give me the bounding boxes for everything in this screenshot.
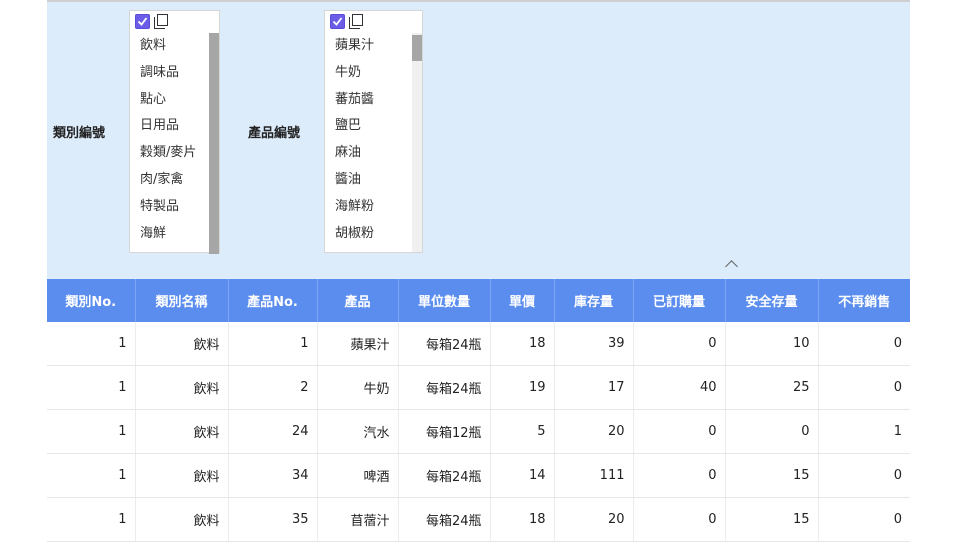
table-cell: 汽水 xyxy=(316,409,398,454)
column-header[interactable]: 類別No. xyxy=(47,279,135,322)
category-scroll-thumb[interactable] xyxy=(209,33,219,254)
list-item[interactable]: 牛奶 xyxy=(325,60,410,87)
table-cell: 18 xyxy=(489,497,554,542)
table-cell: 牛奶 xyxy=(316,365,398,410)
list-item[interactable]: 特製品 xyxy=(130,194,207,221)
table-cell: 飲料 xyxy=(134,497,228,542)
list-item[interactable]: 鹽巴 xyxy=(325,113,410,140)
column-header[interactable]: 單位數量 xyxy=(397,279,490,322)
table-cell: 19 xyxy=(489,365,554,410)
table-cell: 1 xyxy=(817,409,910,454)
table-cell: 苜蓿汁 xyxy=(316,497,398,542)
select-all-icon[interactable] xyxy=(330,14,345,29)
table-cell: 20 xyxy=(553,497,633,542)
table-cell: 15 xyxy=(724,497,818,542)
table-cell: 每箱12瓶 xyxy=(397,409,490,454)
table-cell: 0 xyxy=(632,453,725,498)
table-body: 1 飲料 1 蘋果汁 每箱24瓶 18 39 0 10 0 1 飲料 2 牛奶 每箱24瓶 19 17 40 25 0… xyxy=(47,322,910,542)
category-list: 飲料 調味品 點心 日用品 穀類/麥片 肉/家禽 特製品 海鮮 xyxy=(130,33,207,252)
product-listbox[interactable]: 蘋果汁 牛奶 蕃茄醬 鹽巴 麻油 醬油 海鮮粉 胡椒粉 xyxy=(324,10,423,253)
list-item[interactable]: 醬油 xyxy=(325,167,410,194)
table-header-row: 類別No. 類別名稱 產品No. 產品 單位數量 單價 庫存量 已訂購量 安全存量 不再銷售 xyxy=(47,279,910,322)
column-header[interactable]: 產品 xyxy=(316,279,398,322)
table-cell: 0 xyxy=(724,409,818,454)
table-cell: 1 xyxy=(47,365,135,410)
column-header[interactable]: 安全存量 xyxy=(724,279,818,322)
table-cell: 每箱24瓶 xyxy=(397,365,490,410)
table-cell: 39 xyxy=(553,322,633,366)
table-cell: 18 xyxy=(489,322,554,366)
table-cell: 1 xyxy=(47,322,135,366)
list-item[interactable]: 肉/家禽 xyxy=(130,167,207,194)
table-cell: 0 xyxy=(632,409,725,454)
table-cell: 40 xyxy=(632,365,725,410)
table-row[interactable]: 1 飲料 35 苜蓿汁 每箱24瓶 18 20 0 15 0 xyxy=(47,497,910,542)
table-cell: 2 xyxy=(227,365,317,410)
table-cell: 每箱24瓶 xyxy=(397,453,490,498)
table-cell: 0 xyxy=(632,322,725,366)
table-cell: 15 xyxy=(724,453,818,498)
list-item[interactable]: 胡椒粉 xyxy=(325,221,410,248)
list-item[interactable]: 飲料 xyxy=(130,33,207,60)
table-cell: 每箱24瓶 xyxy=(397,497,490,542)
deselect-all-icon[interactable] xyxy=(154,14,169,29)
table-row[interactable]: 1 飲料 1 蘋果汁 每箱24瓶 18 39 0 10 0 xyxy=(47,322,910,366)
column-header[interactable]: 不再銷售 xyxy=(817,279,910,322)
list-item[interactable]: 蘋果汁 xyxy=(325,33,410,60)
list-item[interactable]: 蕃茄醬 xyxy=(325,87,410,114)
table-cell: 0 xyxy=(817,453,910,498)
table-row[interactable]: 1 飲料 24 汽水 每箱12瓶 5 20 0 0 1 xyxy=(47,409,910,454)
table-cell: 10 xyxy=(724,322,818,366)
deselect-all-icon[interactable] xyxy=(349,14,364,29)
table-cell: 111 xyxy=(553,453,633,498)
column-header[interactable]: 庫存量 xyxy=(553,279,633,322)
table-cell: 0 xyxy=(632,497,725,542)
category-listbox[interactable]: 飲料 調味品 點心 日用品 穀類/麥片 肉/家禽 特製品 海鮮 xyxy=(129,10,220,254)
table-cell: 0 xyxy=(817,365,910,410)
table-cell: 飲料 xyxy=(134,409,228,454)
category-filter-label: 類別編號 xyxy=(53,126,106,141)
list-item[interactable]: 調味品 xyxy=(130,60,207,87)
table-cell: 1 xyxy=(47,453,135,498)
table-cell: 飲料 xyxy=(134,322,228,366)
product-scroll-thumb[interactable] xyxy=(412,35,422,61)
table-cell: 34 xyxy=(227,453,317,498)
table-cell: 1 xyxy=(47,409,135,454)
table-cell: 20 xyxy=(553,409,633,454)
products-table: 類別No. 類別名稱 產品No. 產品 單位數量 單價 庫存量 已訂購量 安全存量 不再銷售 1飲… xyxy=(47,279,910,542)
table-row[interactable]: 1 飲料 34 啤酒 每箱24瓶 14 111 0 15 0 xyxy=(47,453,910,498)
list-item[interactable]: 日用品 xyxy=(130,113,207,140)
table-cell: 0 xyxy=(817,322,910,366)
table-cell: 1 xyxy=(47,497,135,542)
column-header[interactable]: 產品No. xyxy=(227,279,317,322)
list-item[interactable]: 海鮮 xyxy=(130,221,207,248)
table-row[interactable]: 1 飲料 2 牛奶 每箱24瓶 19 17 40 25 0 xyxy=(47,365,910,410)
product-scrollbar[interactable] xyxy=(412,33,422,252)
table-cell: 啤酒 xyxy=(316,453,398,498)
category-scrollbar[interactable] xyxy=(209,33,219,254)
list-item[interactable]: 穀類/麥片 xyxy=(130,140,207,167)
table-cell: 0 xyxy=(817,497,910,542)
table-cell: 每箱24瓶 xyxy=(397,322,490,366)
filter-panel: 類別編號 飲料 調味品 點心 日用品 穀類/麥片 肉/家禽 特製品 海鮮 產品編號 蘋果汁 牛奶… xyxy=(47,0,910,280)
select-all-icon[interactable] xyxy=(135,14,150,29)
table-cell: 5 xyxy=(489,409,554,454)
list-item[interactable]: 點心 xyxy=(130,87,207,114)
table-cell: 1 xyxy=(227,322,317,366)
column-header[interactable]: 已訂購量 xyxy=(632,279,725,322)
table-cell: 飲料 xyxy=(134,453,228,498)
list-item[interactable]: 海鮮粉 xyxy=(325,194,410,221)
product-list: 蘋果汁 牛奶 蕃茄醬 鹽巴 麻油 醬油 海鮮粉 胡椒粉 xyxy=(325,33,410,252)
table-cell: 14 xyxy=(489,453,554,498)
column-header[interactable]: 單價 xyxy=(489,279,554,322)
column-header[interactable]: 類別名稱 xyxy=(134,279,228,322)
table-cell: 24 xyxy=(227,409,317,454)
table-cell: 25 xyxy=(724,365,818,410)
product-filter-label: 產品編號 xyxy=(248,126,301,141)
table-cell: 蘋果汁 xyxy=(316,322,398,366)
table-cell: 飲料 xyxy=(134,365,228,410)
table-cell: 17 xyxy=(553,365,633,410)
table-cell: 35 xyxy=(227,497,317,542)
list-item[interactable]: 麻油 xyxy=(325,140,410,167)
